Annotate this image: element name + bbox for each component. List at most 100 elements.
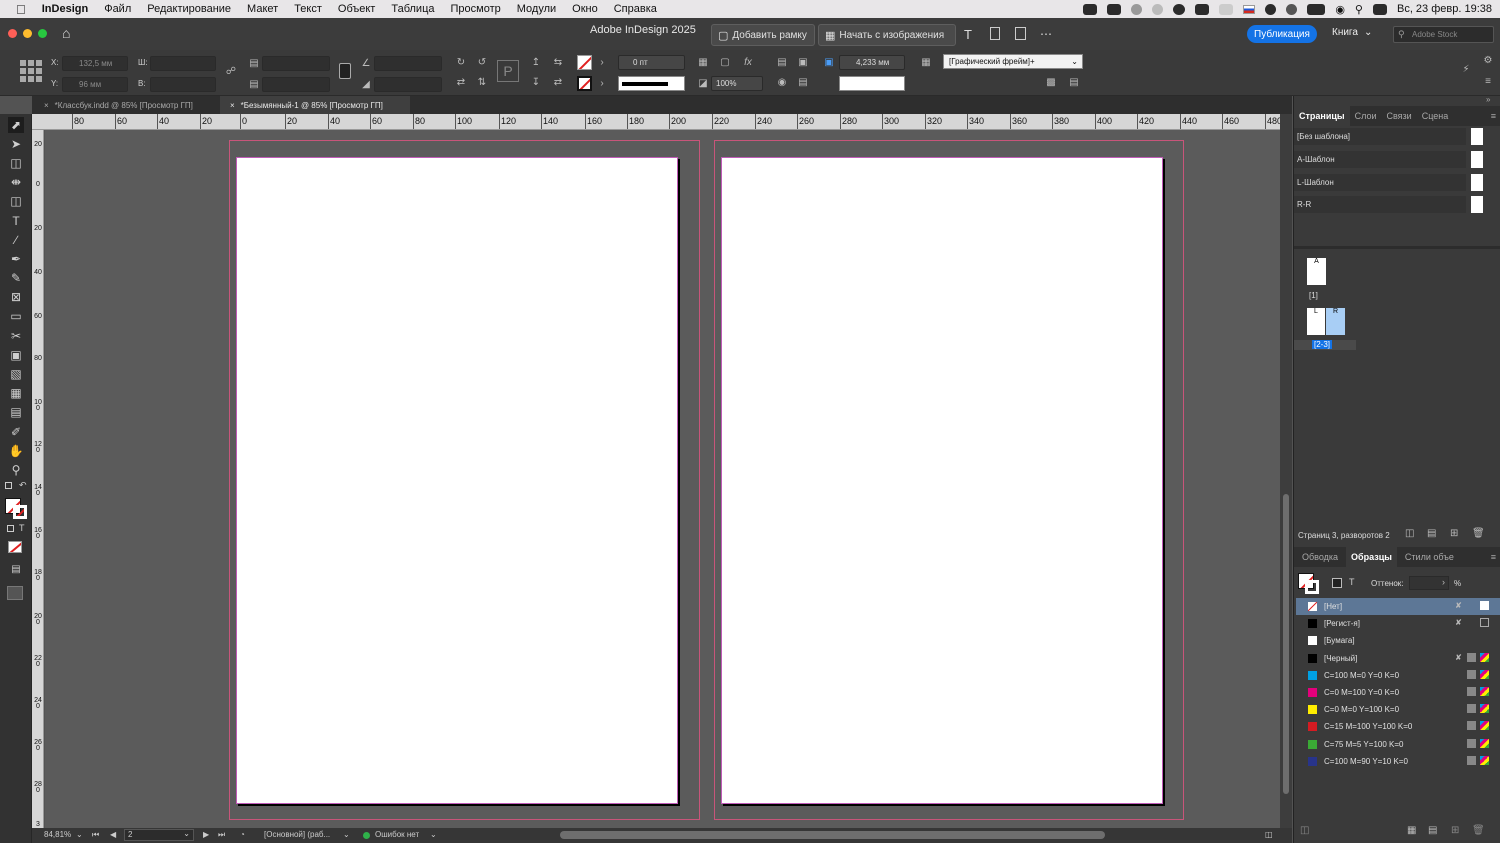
- swatch-row[interactable]: C=75 M=5 Y=100 K=0: [1296, 736, 1500, 753]
- menu-item[interactable]: Редактирование: [139, 3, 239, 15]
- view-split-icon[interactable]: ◫: [1265, 830, 1273, 839]
- close-icon[interactable]: ×: [44, 101, 49, 110]
- x-position-field[interactable]: 132,5 мм: [62, 56, 128, 71]
- menu-item[interactable]: Файл: [96, 3, 139, 15]
- master-a[interactable]: A-Шаблон: [1294, 151, 1466, 168]
- fill-menu-arrow-icon[interactable]: ›: [596, 57, 608, 69]
- window-zoom-button[interactable]: [38, 29, 47, 38]
- last-page-icon[interactable]: ⏭: [218, 830, 225, 840]
- apple-menu-icon[interactable]: : [0, 2, 34, 17]
- chevron-down-icon[interactable]: ⌄: [343, 830, 350, 839]
- swatch-row[interactable]: C=15 M=100 Y=100 K=0: [1296, 718, 1500, 735]
- book-dropdown[interactable]: Книга ⌄: [1332, 27, 1372, 38]
- text-wrap-icon[interactable]: ▤: [776, 57, 788, 69]
- line-tool-icon[interactable]: ∕: [8, 232, 24, 248]
- spread-2-3-left-thumbnail[interactable]: L: [1307, 308, 1325, 335]
- formatting-container-icon[interactable]: [1332, 578, 1342, 588]
- stroke-type-dropdown[interactable]: [618, 76, 685, 91]
- apply-none-icon[interactable]: [8, 541, 22, 553]
- user-icon[interactable]: [1265, 3, 1277, 15]
- master-none-thumbnail[interactable]: [1471, 128, 1483, 145]
- link-scale-icon[interactable]: [339, 63, 351, 79]
- stroke-menu-arrow-icon[interactable]: ›: [596, 78, 608, 90]
- swatch-row[interactable]: C=100 M=90 Y=10 K=0: [1296, 753, 1500, 770]
- display-icon[interactable]: [1219, 3, 1234, 15]
- menu-item[interactable]: Модули: [509, 3, 564, 15]
- rectangle-tool-icon[interactable]: ▭: [8, 308, 24, 324]
- opacity-field[interactable]: 100%: [711, 76, 763, 91]
- menu-item[interactable]: Справка: [606, 3, 665, 15]
- first-page-icon[interactable]: ⏮: [92, 830, 99, 840]
- pen-tool-icon[interactable]: ✒: [8, 251, 24, 267]
- reference-point-icon[interactable]: [20, 60, 42, 82]
- menu-item[interactable]: Окно: [564, 3, 606, 15]
- clear-overrides-icon[interactable]: ▩: [1045, 77, 1057, 89]
- document-canvas[interactable]: [45, 130, 1280, 828]
- lightning-icon[interactable]: ⚡: [1460, 64, 1472, 76]
- vertical-ruler[interactable]: 20 0 20 40 60 80 100 120 140 160 180 200 220 240 260 28…: [32, 130, 44, 830]
- spotlight-search-icon[interactable]: ⚲: [1355, 3, 1363, 16]
- pencil-tool-icon[interactable]: ✎: [8, 270, 24, 286]
- swatch-row[interactable]: C=100 M=0 Y=0 K=0: [1296, 667, 1500, 684]
- distribute-icon[interactable]: ▤: [797, 77, 809, 89]
- select-container-icon[interactable]: ↥: [530, 57, 542, 69]
- control-center-icon[interactable]: [1372, 3, 1387, 15]
- panel-menu-icon[interactable]: ≡: [1486, 547, 1500, 567]
- chevron-down-icon[interactable]: ⌄: [76, 830, 83, 839]
- vertical-scroll-thumb[interactable]: [1283, 494, 1289, 794]
- formatting-container-icon[interactable]: [7, 525, 14, 532]
- formatting-text-icon[interactable]: T: [1349, 577, 1355, 587]
- collapse-panels-icon[interactable]: »: [1486, 95, 1490, 104]
- master-l-thumbnail[interactable]: [1471, 174, 1483, 191]
- tab-classbook[interactable]: × *Классбук.indd @ 85% [Просмотр ГП]: [34, 96, 220, 114]
- menubar-clock[interactable]: Вс, 23 февр. 19:38: [1397, 3, 1492, 15]
- master-l[interactable]: L-Шаблон: [1294, 174, 1466, 191]
- text-wrap-around-icon[interactable]: ▣: [797, 57, 809, 69]
- language-flag-icon[interactable]: [1243, 4, 1256, 14]
- screen-mode-icon[interactable]: [7, 586, 23, 600]
- next-page-icon[interactable]: ▶: [203, 830, 209, 839]
- tab-scene[interactable]: Сцена: [1417, 106, 1454, 126]
- master-r-thumbnail[interactable]: [1471, 196, 1483, 213]
- menu-item[interactable]: Текст: [286, 3, 330, 15]
- menu-item[interactable]: Таблица: [383, 3, 442, 15]
- previous-page-icon[interactable]: ◀: [110, 830, 116, 839]
- zoom-tool-icon[interactable]: ⚲: [8, 462, 24, 478]
- select-previous-object-icon[interactable]: ⇆: [552, 57, 564, 69]
- type-tool-icon[interactable]: T: [8, 213, 24, 229]
- more-options-icon[interactable]: ⋯: [1040, 27, 1052, 41]
- swatch-row[interactable]: C=0 M=100 Y=0 K=0: [1296, 684, 1500, 701]
- page-tool-icon[interactable]: ◫: [8, 155, 24, 171]
- note-tool-icon[interactable]: ▤: [8, 404, 24, 420]
- fit-content-icon[interactable]: ▢: [719, 57, 731, 69]
- effects-fx-icon[interactable]: fx: [742, 57, 754, 69]
- page-1-thumbnail[interactable]: A: [1307, 258, 1326, 285]
- tab-links[interactable]: Связи: [1382, 106, 1417, 126]
- start-with-image-button[interactable]: ▦ Начать с изображения: [818, 24, 956, 46]
- corner-size-field[interactable]: 4,233 мм: [839, 55, 905, 70]
- delete-page-icon[interactable]: 🗑: [1472, 528, 1485, 539]
- scissors-tool-icon[interactable]: ✂: [8, 328, 24, 344]
- menu-item[interactable]: Просмотр: [443, 3, 509, 15]
- tab-object-styles[interactable]: Стили объе: [1397, 547, 1462, 567]
- home-icon[interactable]: ⌂: [62, 26, 76, 40]
- tint-field[interactable]: ›: [1409, 576, 1449, 590]
- master-status[interactable]: [Основной] (раб...: [264, 830, 330, 839]
- left-page[interactable]: [236, 157, 678, 804]
- formatting-text-icon[interactable]: T: [19, 523, 25, 533]
- swatch-row[interactable]: [Нет] ✘: [1296, 598, 1500, 615]
- share-document-icon[interactable]: [1015, 27, 1026, 40]
- gap-tool-icon[interactable]: ⇼: [8, 174, 24, 190]
- scale-y-field[interactable]: [262, 77, 330, 92]
- swatch-fill-stroke-proxy[interactable]: [1298, 573, 1320, 595]
- horizontal-scroll-thumb[interactable]: [560, 831, 1105, 839]
- stroke-swatch[interactable]: [577, 76, 592, 91]
- select-content-icon[interactable]: ↧: [530, 77, 542, 89]
- tint-arrow-icon[interactable]: ›: [1442, 577, 1445, 587]
- new-color-group-icon[interactable]: ▦: [1407, 825, 1416, 836]
- chevron-down-icon[interactable]: ⌄: [430, 830, 437, 839]
- eyedropper-tool-icon[interactable]: ✐: [8, 424, 24, 440]
- swatch-row[interactable]: [Регист-я] ✘: [1296, 615, 1500, 632]
- swatch-row[interactable]: [Бумага]: [1296, 632, 1500, 649]
- rotate-cw-icon[interactable]: ↻: [455, 57, 467, 69]
